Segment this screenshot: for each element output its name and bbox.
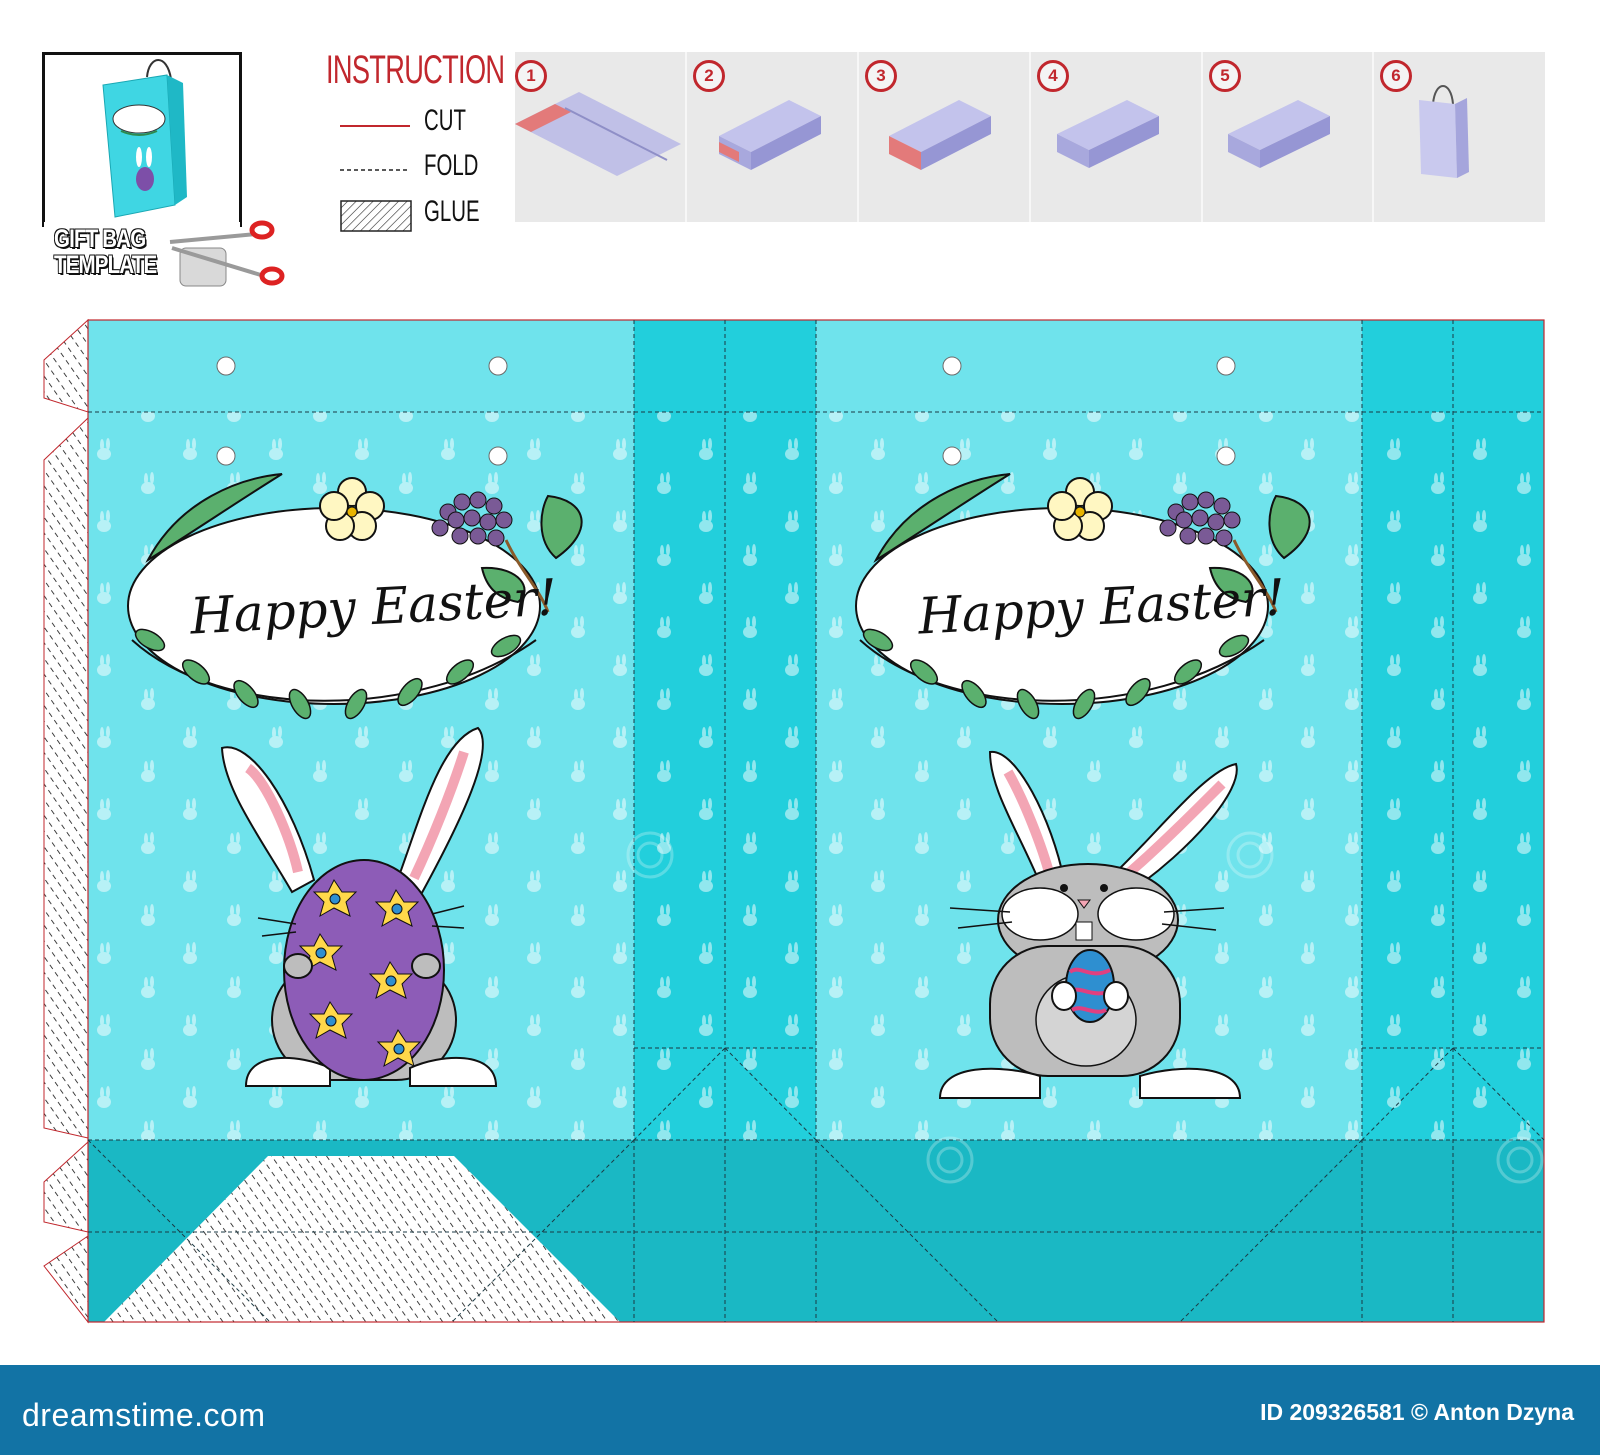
- gift-bag-template: [43, 226, 1545, 1324]
- footer-logo: dreamstime.com: [22, 1397, 266, 1433]
- footer-credit: ID 209326581 © Anton Dzyna: [1260, 1399, 1574, 1425]
- left-glue-flaps: [43, 318, 89, 1324]
